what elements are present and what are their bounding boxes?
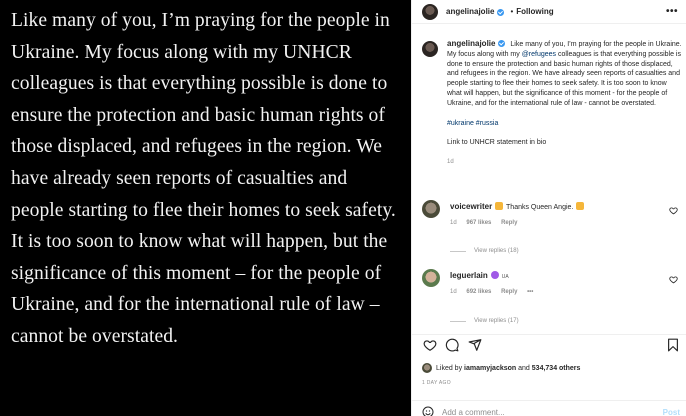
comment-text: Thanks Queen Angie. — [506, 204, 574, 211]
comment-text: UA — [501, 274, 509, 280]
replies-divider — [450, 250, 466, 252]
likes-middle: and — [518, 364, 530, 372]
likes-prefix: Liked by — [436, 364, 463, 372]
caption-time: 1d — [447, 159, 454, 166]
post-header: angelinajolie • Following ••• — [412, 0, 686, 24]
reply-button[interactable]: Reply — [501, 220, 517, 226]
post-button[interactable]: Post — [663, 408, 680, 416]
actions-section: Liked by iamamyjackson and 534,734 other… — [412, 334, 686, 416]
following-button[interactable]: Following — [516, 7, 553, 16]
comment-icon[interactable] — [445, 338, 459, 352]
post-image: Like many of you, I’m praying for the pe… — [0, 0, 411, 416]
view-replies-button[interactable]: View replies (18) — [474, 248, 519, 254]
hashtag-links[interactable]: #ukraine #russia — [447, 120, 498, 127]
verified-icon — [498, 40, 506, 47]
header-username[interactable]: angelinajolie — [446, 7, 494, 16]
comment-username[interactable]: voicewriter — [450, 202, 492, 211]
more-options-button[interactable]: ••• — [666, 6, 678, 17]
praying-hands-emoji — [576, 202, 585, 210]
purple-heart-emoji — [490, 271, 499, 279]
refugees-mention-link[interactable]: @refugees — [522, 51, 556, 58]
avatar[interactable] — [422, 269, 440, 287]
reply-button[interactable]: Reply — [501, 289, 517, 295]
caption-link-line: Link to UNHCR statement in bio — [447, 139, 547, 147]
likes-count-link[interactable]: 534,734 others — [532, 365, 581, 372]
comment-more-button[interactable]: ••• — [527, 289, 533, 295]
comment-time: 1d — [450, 220, 457, 226]
avatar[interactable] — [422, 363, 432, 373]
caption-text-after: colleagues is that everything possible i… — [447, 50, 681, 107]
smile-icon[interactable] — [422, 406, 434, 416]
likes-line: Liked by iamamyjackson and 534,734 other… — [422, 363, 580, 373]
post-time: 1 DAY AGO — [422, 380, 451, 386]
view-replies-button[interactable]: View replies (17) — [474, 318, 519, 324]
heart-icon[interactable] — [669, 275, 678, 284]
caption-username[interactable]: angelinajolie — [447, 39, 495, 48]
post-modal: Like many of you, I’m praying for the pe… — [0, 0, 686, 416]
post-image-text: Like many of you, I’m praying for the pe… — [11, 10, 396, 347]
avatar[interactable] — [422, 200, 440, 218]
separator-dot: • — [510, 7, 514, 16]
comment-likes[interactable]: 692 likes — [466, 289, 491, 295]
comment-username[interactable]: leguerlain — [450, 271, 488, 280]
comment-input[interactable]: Add a comment... — [442, 408, 663, 416]
avatar[interactable] — [422, 41, 438, 57]
liked-by-user-link[interactable]: iamamyjackson — [464, 365, 516, 372]
heart-icon[interactable] — [423, 338, 437, 352]
post-sidebar: angelinajolie • Following ••• angelinajo… — [411, 0, 686, 416]
caption-section: angelinajolie Like many of you, I’m pray… — [422, 39, 682, 168]
comment-likes[interactable]: 967 likes — [466, 220, 491, 226]
bookmark-icon[interactable] — [666, 338, 680, 352]
heart-icon[interactable] — [669, 206, 678, 215]
add-comment-bar: Add a comment... Post — [412, 400, 686, 416]
praying-hands-emoji — [495, 202, 504, 210]
verified-icon — [497, 9, 505, 16]
replies-divider — [450, 320, 466, 322]
avatar[interactable] — [422, 3, 438, 20]
share-icon[interactable] — [468, 338, 482, 352]
comment-time: 1d — [450, 289, 457, 295]
